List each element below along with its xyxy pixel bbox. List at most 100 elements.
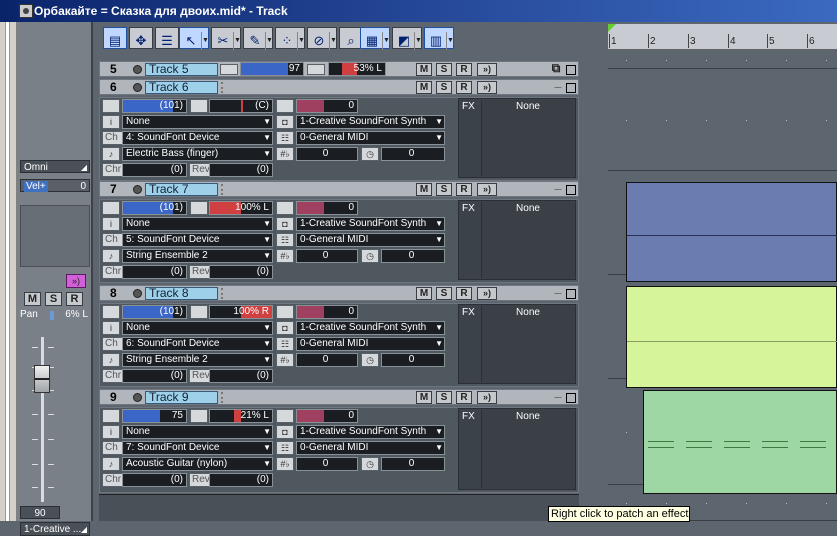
patch-select[interactable]: String Ensemble 2 ▼ (122, 249, 273, 263)
record-arm-button[interactable]: R (456, 183, 472, 196)
minimize-icon[interactable]: _ (550, 282, 566, 296)
output-select[interactable]: 1-Creative SoundFont Synth ▼ (296, 321, 445, 335)
record-arm-icon[interactable] (133, 185, 142, 194)
volume-meter[interactable]: (101) (122, 201, 187, 215)
drag-grip-icon[interactable] (221, 184, 223, 195)
midi-clip[interactable] (626, 182, 837, 282)
marker-button[interactable]: ◩ ▼ (392, 27, 422, 50)
track-lane[interactable] (608, 69, 837, 171)
fx-list[interactable]: None (481, 410, 574, 488)
solo-button[interactable]: S (436, 63, 452, 76)
minimize-icon[interactable]: _ (550, 386, 566, 400)
track-name[interactable]: Track 8 (145, 287, 218, 300)
reverb-field[interactable]: (0) (209, 473, 273, 487)
chorus-field[interactable]: (0) (122, 265, 187, 279)
fx-list[interactable]: None (481, 202, 574, 278)
left-scroll-edge[interactable] (0, 22, 17, 521)
fx-bin[interactable]: FX None (458, 304, 576, 384)
chevron-down-icon[interactable]: ▼ (297, 32, 305, 50)
input-echo-icon[interactable]: ») (477, 63, 497, 76)
pan-meter[interactable]: 100% R (209, 305, 273, 319)
key-offset-field[interactable]: 0 (296, 457, 358, 471)
patch-select[interactable]: Electric Bass (finger) ▼ (122, 147, 273, 161)
clip-list-button[interactable]: ☰ (155, 27, 179, 49)
channel-select[interactable]: 4: SoundFont Device ▼ (122, 131, 273, 145)
bank-select[interactable]: 0-General MIDI ▼ (296, 337, 445, 351)
track-lane[interactable] (608, 51, 837, 69)
time-offset-field[interactable]: 0 (381, 147, 445, 161)
output-select[interactable]: 1-Creative ... ◢ (20, 522, 90, 536)
chorus-field[interactable]: (0) (122, 473, 187, 487)
solo-button[interactable]: S (436, 183, 452, 196)
maximize-icon[interactable] (566, 83, 576, 93)
move-button[interactable]: ✥ (129, 27, 153, 49)
output-select[interactable]: 1-Creative SoundFont Synth ▼ (296, 217, 445, 231)
layout-button[interactable]: ▥ ▼ (424, 27, 454, 50)
bottom-scrollbar[interactable] (99, 494, 579, 521)
fx-bin[interactable]: FX None (458, 98, 576, 178)
pattern-tool-button[interactable]: ⁘ ▼ (275, 27, 305, 50)
chevron-down-icon[interactable]: ▼ (382, 32, 390, 50)
velocity-meter[interactable]: 0 (296, 305, 358, 319)
record-arm-icon[interactable] (133, 65, 142, 74)
key-offset-field[interactable]: 0 (296, 353, 358, 367)
fx-bin[interactable]: FX None (458, 200, 576, 280)
bank-select[interactable]: 0-General MIDI ▼ (296, 233, 445, 247)
key-offset-field[interactable]: 0 (296, 147, 358, 161)
reverb-field[interactable]: (0) (209, 369, 273, 383)
mute-button[interactable]: M (416, 81, 432, 94)
input-select[interactable]: None ▼ (122, 217, 273, 231)
key-offset-field[interactable]: 0 (296, 249, 358, 263)
drag-grip-icon[interactable] (221, 392, 223, 403)
input-select[interactable]: Omni ◢ (20, 160, 90, 173)
velocity-field[interactable]: Vel+ 0 (20, 179, 90, 192)
chevron-down-icon[interactable]: ▼ (414, 32, 422, 50)
maximize-icon[interactable] (566, 393, 576, 403)
time-offset-field[interactable]: 0 (381, 353, 445, 367)
maximize-icon[interactable] (566, 289, 576, 299)
solo-button[interactable]: S (436, 287, 452, 300)
pan-meter[interactable]: (C) (209, 99, 273, 113)
app-icon[interactable] (19, 4, 33, 18)
channel-select[interactable]: 6: SoundFont Device ▼ (122, 337, 273, 351)
input-echo-icon[interactable]: ») (477, 391, 497, 404)
record-arm-button[interactable]: R (456, 391, 472, 404)
maximize-icon[interactable] (566, 65, 576, 75)
reverb-field[interactable]: (0) (209, 163, 273, 177)
output-select[interactable]: 1-Creative SoundFont Synth ▼ (296, 425, 445, 439)
select-tool-button[interactable]: ↖ ▼ (179, 27, 209, 50)
mute-button[interactable]: M (24, 292, 41, 306)
fx-bin[interactable]: FX None (458, 408, 576, 490)
chorus-field[interactable]: (0) (122, 163, 187, 177)
pan-meter[interactable]: 53% L (328, 62, 386, 76)
mute-button[interactable]: M (416, 391, 432, 404)
channel-select[interactable]: 5: SoundFont Device ▼ (122, 233, 273, 247)
draw-tool-button[interactable]: ✎ ▼ (243, 27, 273, 50)
reverb-field[interactable]: (0) (209, 265, 273, 279)
record-arm-button[interactable]: R (456, 81, 472, 94)
patch-select[interactable]: Acoustic Guitar (nylon) ▼ (122, 457, 273, 471)
bank-select[interactable]: 0-General MIDI ▼ (296, 441, 445, 455)
drag-grip-icon[interactable] (221, 82, 223, 93)
fx-list[interactable]: None (481, 100, 574, 176)
pan-control[interactable]: Pan 6% L (20, 309, 90, 320)
patch-select[interactable]: String Ensemble 2 ▼ (122, 353, 273, 367)
mute-button[interactable]: M (416, 183, 432, 196)
maximize-icon[interactable] (566, 185, 576, 195)
chevron-down-icon[interactable]: ▼ (233, 32, 241, 50)
volume-meter[interactable]: 75 (122, 409, 187, 423)
track-name[interactable]: Track 7 (145, 183, 218, 196)
playhead-marker-icon[interactable] (608, 24, 616, 32)
velocity-meter[interactable]: 0 (296, 201, 358, 215)
minimize-icon[interactable]: _ (550, 178, 566, 192)
volume-fader-track[interactable] (41, 337, 44, 502)
pan-meter[interactable]: 21% L (209, 409, 273, 423)
channel-select[interactable]: 7: SoundFont Device ▼ (122, 441, 273, 455)
time-ruler[interactable]: 1 2 3 4 5 6 (608, 24, 837, 50)
volume-meter[interactable]: 97 (240, 62, 304, 76)
track-name[interactable]: Track 5 (145, 63, 218, 76)
volume-meter[interactable]: (101) (122, 305, 187, 319)
midi-clip[interactable] (643, 390, 837, 494)
volume-value[interactable]: 90 (20, 506, 60, 519)
input-echo-icon[interactable]: ») (477, 81, 497, 94)
